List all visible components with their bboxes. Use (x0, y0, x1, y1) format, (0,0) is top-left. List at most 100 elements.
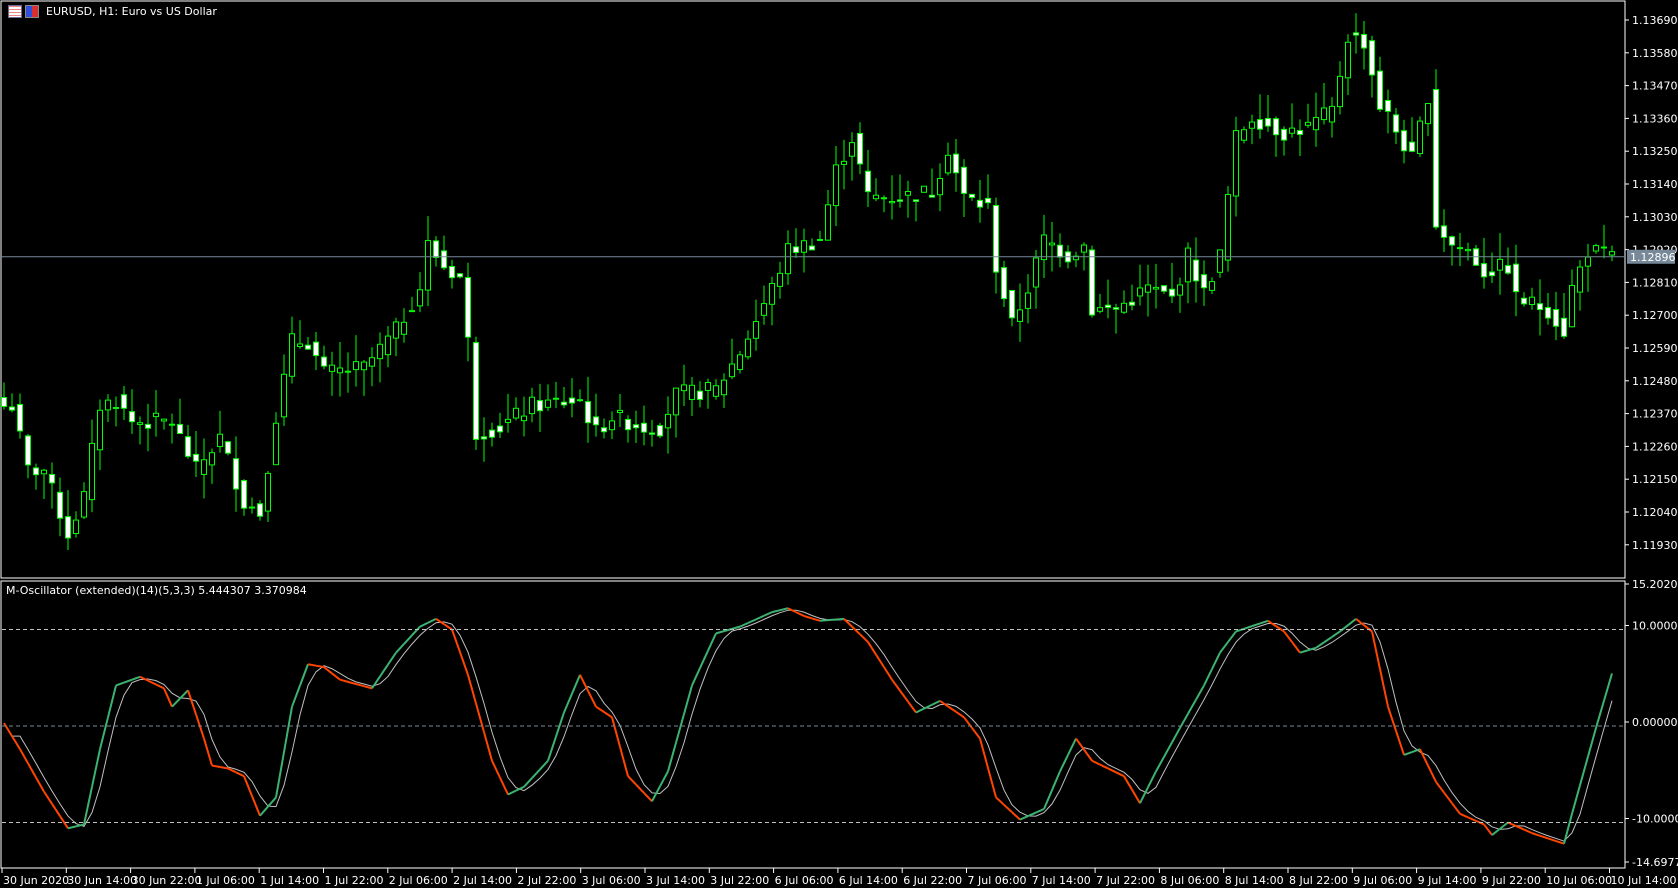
time-tick-label: 1 Jul 06:00 (196, 874, 255, 887)
candle (17, 393, 23, 439)
main-line-down-segment (1459, 812, 1469, 819)
candle-body (745, 338, 751, 358)
candle (1305, 103, 1311, 128)
candle-body (705, 381, 711, 391)
time-tick-label: 10 Jul 14:00 (1611, 874, 1677, 887)
chart-header: EURUSD, H1: Euro vs US Dollar (8, 5, 217, 18)
main-line-down-segment (3, 722, 13, 737)
candle (873, 178, 879, 202)
main-line-up-segment (1259, 619, 1269, 625)
main-line-down-segment (19, 748, 29, 764)
main-line-down-segment (499, 777, 509, 795)
candle (465, 262, 471, 362)
candle-body (889, 200, 895, 204)
candle (649, 419, 655, 447)
main-line-down-segment (1083, 749, 1093, 762)
main-line-down-segment (1107, 767, 1117, 774)
candle-body (9, 406, 15, 411)
candle (673, 387, 679, 438)
candle (1433, 69, 1439, 230)
main-line-up-segment (291, 685, 301, 708)
chart-window-icon[interactable] (8, 5, 22, 18)
main-line-up-segment (171, 697, 181, 708)
candle-body (249, 506, 255, 509)
candle-body (273, 422, 279, 466)
candle-body (969, 193, 975, 198)
main-line-down-segment (643, 792, 653, 802)
candle (153, 390, 159, 437)
candle (529, 387, 535, 423)
candle-body (297, 343, 303, 347)
time-tick-label: 8 Jul 06:00 (1160, 874, 1219, 887)
main-line-down-segment (899, 690, 909, 703)
main-line-down-segment (459, 651, 469, 676)
candle-body (105, 399, 111, 411)
main-line-down-segment (1467, 816, 1477, 822)
main-line-up-segment (675, 713, 685, 743)
candle (561, 386, 567, 409)
main-line-up-segment (1603, 673, 1613, 701)
candle-body (785, 243, 791, 275)
candle (953, 138, 959, 192)
main-line-up-segment (427, 617, 437, 624)
candle (1, 382, 7, 410)
candle (121, 386, 127, 421)
candle (1401, 119, 1407, 164)
candle-body (1177, 284, 1183, 296)
candle (769, 276, 775, 326)
time-tick-label: 8 Jul 22:00 (1289, 874, 1348, 887)
trade-icon[interactable] (25, 5, 39, 18)
candle-body (825, 204, 831, 241)
main-line-up-segment (123, 678, 133, 684)
candle (1377, 56, 1383, 112)
candle (1417, 116, 1423, 157)
candle (329, 351, 335, 396)
time-tick-label: 7 Jul 06:00 (968, 874, 1027, 887)
main-line-down-segment (27, 762, 37, 778)
candle-body (1137, 287, 1143, 297)
candle-body (849, 142, 855, 157)
candle (337, 342, 343, 397)
candle-body (753, 321, 759, 339)
candle-body (345, 370, 351, 373)
candle-body (1017, 309, 1023, 322)
candle (9, 393, 15, 413)
candle (761, 285, 767, 325)
candle-body (481, 436, 487, 440)
candle (33, 463, 39, 490)
main-line-down-segment (355, 683, 365, 688)
price-tick-label: 1.13690 (1632, 14, 1678, 27)
main-line-down-segment (203, 738, 213, 766)
candle-body (769, 282, 775, 305)
candle-body (1289, 127, 1295, 134)
candle-body (721, 379, 727, 396)
candle (1609, 245, 1615, 262)
main-line-down-segment (491, 760, 501, 779)
candle (409, 296, 415, 313)
main-line-up-segment (1299, 649, 1309, 654)
candle-body (1313, 117, 1319, 131)
candle (537, 383, 543, 432)
time-tick-label: 30 Jun 14:00 (67, 874, 137, 887)
candle (993, 197, 999, 294)
candle-body (897, 199, 903, 202)
candle (81, 482, 87, 520)
candle-body (257, 503, 263, 517)
candle-body (689, 384, 695, 400)
candle-body (833, 164, 839, 207)
main-line-up-segment (1147, 770, 1157, 788)
candle-body (585, 401, 591, 424)
candle (593, 393, 599, 437)
main-line-down-segment (579, 674, 589, 692)
chart-canvas[interactable]: 1.13690 1.13580 1.13470 1.13360 1.13250 1.131… (0, 0, 1678, 888)
main-line-down-segment (1547, 837, 1557, 843)
price-tick-label: 1.13030 (1632, 211, 1678, 224)
candle-body (65, 516, 71, 539)
main-line-down-segment (947, 705, 957, 713)
candle-body (113, 407, 119, 410)
candle-body (857, 132, 863, 165)
candle-body (369, 357, 375, 367)
candle (281, 354, 287, 426)
candle-body (513, 407, 519, 419)
candle (1129, 284, 1135, 311)
